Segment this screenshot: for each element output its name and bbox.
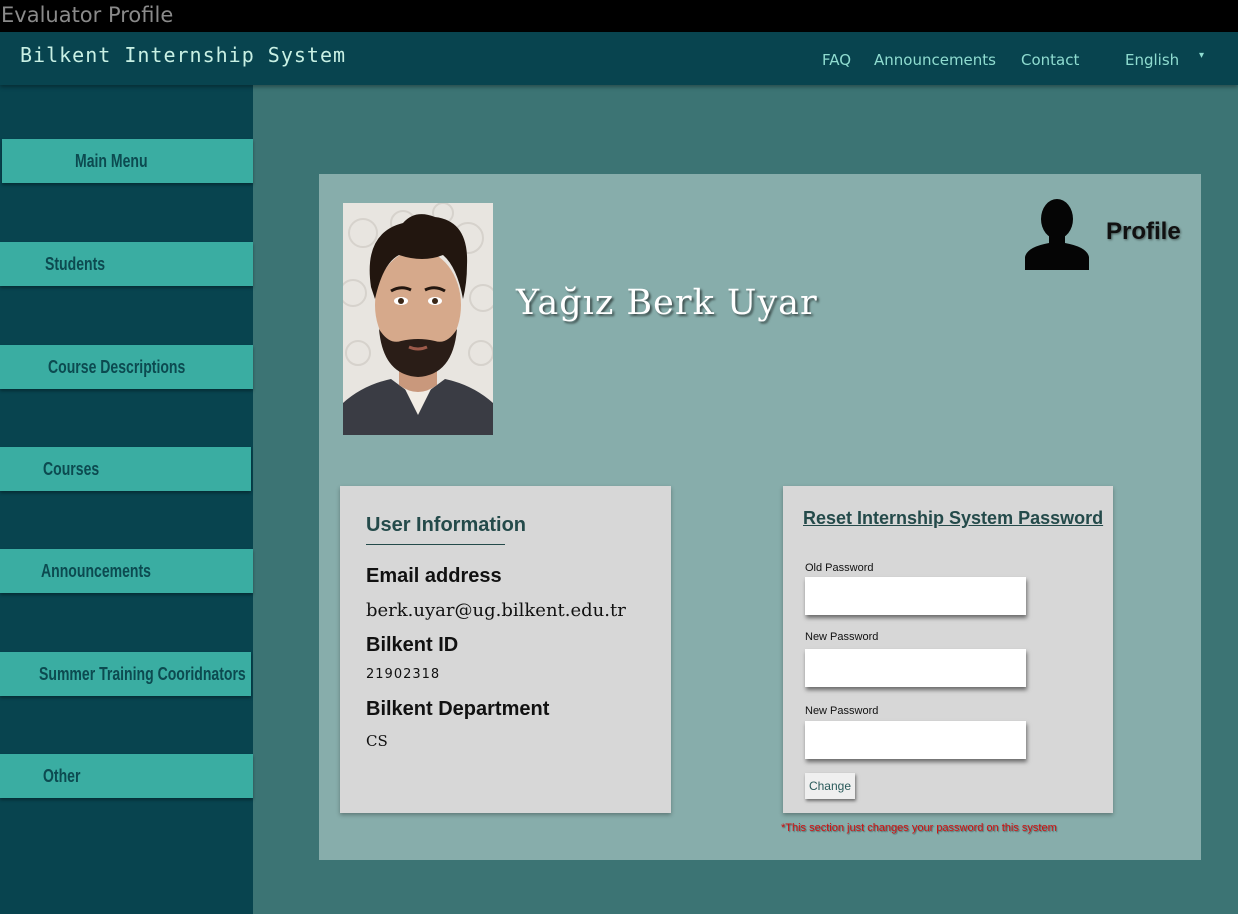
- bilkent-id-value: 21902318: [366, 667, 441, 682]
- sidebar-item-announcements[interactable]: Announcements: [0, 549, 253, 593]
- sidebar-item-label: Courses: [43, 459, 100, 479]
- sidebar-item-main-menu[interactable]: Main Menu: [2, 139, 253, 183]
- confirm-password-input[interactable]: [805, 721, 1026, 759]
- old-password-label: Old Password: [805, 562, 874, 574]
- sidebar-item-courses[interactable]: Courses: [0, 447, 251, 491]
- title-underline: [366, 544, 505, 545]
- department-value: CS: [366, 732, 388, 750]
- department-label: Bilkent Department: [366, 698, 550, 720]
- user-silhouette-icon: [1025, 197, 1089, 270]
- user-information-title: User Information: [366, 514, 527, 536]
- brand-title[interactable]: Bilkent Internship System: [20, 43, 346, 67]
- change-password-button[interactable]: Change: [805, 773, 855, 799]
- nav-announcements[interactable]: Announcements: [874, 51, 996, 69]
- sidebar-item-label: Announcements: [41, 561, 151, 581]
- sidebar-item-students[interactable]: Students: [0, 242, 253, 286]
- user-full-name: Yağız Berk Uyar: [516, 283, 818, 323]
- language-select[interactable]: English: [1125, 51, 1179, 69]
- bilkent-id-label: Bilkent ID: [366, 634, 459, 656]
- email-value: berk.uyar@ug.bilkent.edu.tr: [366, 600, 626, 621]
- sidebar-item-summer-training-coordinators[interactable]: Summer Training Cooridnators: [0, 652, 251, 696]
- new-password-label: New Password: [805, 631, 879, 643]
- password-note: *This section just changes your password…: [781, 822, 1057, 834]
- sidebar-item-label: Other: [43, 766, 81, 786]
- old-password-input[interactable]: [805, 577, 1026, 615]
- sidebar-item-label: Main Menu: [75, 151, 148, 171]
- sidebar-item-other[interactable]: Other: [0, 754, 253, 798]
- sidebar-item-label: Course Descriptions: [48, 357, 186, 377]
- email-label: Email address: [366, 565, 502, 587]
- reset-password-title: Reset Internship System Password: [803, 508, 1104, 528]
- profile-label: Profile: [1106, 218, 1181, 245]
- nav-faq[interactable]: FAQ: [822, 51, 851, 69]
- window-title: Evaluator Profile: [0, 0, 1238, 32]
- profile-photo: [343, 203, 493, 435]
- nav-contact[interactable]: Contact: [1021, 51, 1079, 69]
- sidebar-item-label: Summer Training Cooridnators: [39, 664, 246, 684]
- sidebar-item-label: Students: [45, 254, 106, 274]
- chevron-down-icon[interactable]: ▾: [1199, 50, 1204, 61]
- confirm-password-label: New Password: [805, 705, 879, 717]
- new-password-input[interactable]: [805, 649, 1026, 687]
- sidebar-item-course-descriptions[interactable]: Course Descriptions: [0, 345, 253, 389]
- header-bar: Bilkent Internship System FAQ Announceme…: [0, 32, 1238, 85]
